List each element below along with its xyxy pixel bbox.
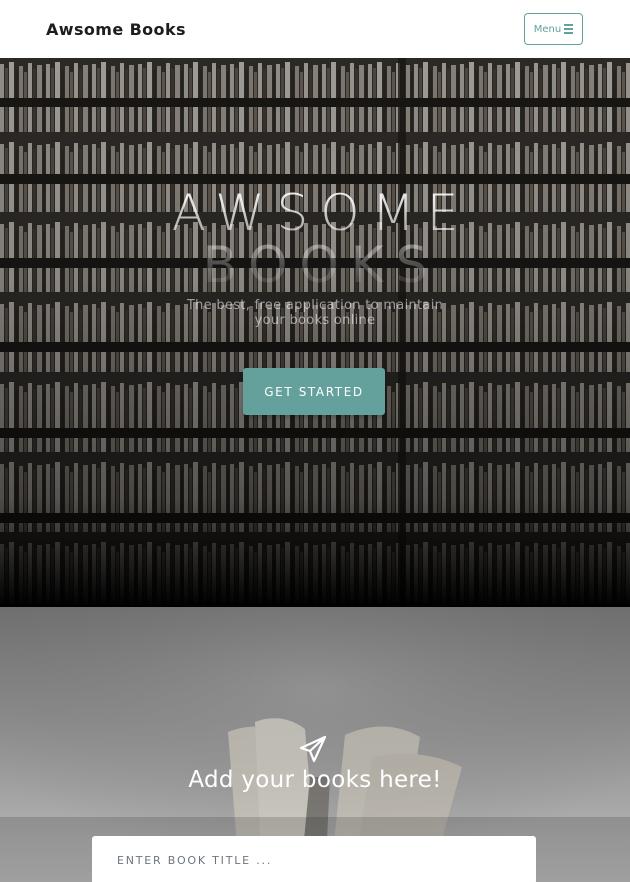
get-started-button[interactable]: GET STARTED: [243, 368, 385, 415]
add-section-title: Add your books here!: [188, 767, 442, 793]
add-book-section: Add your books here!: [0, 607, 630, 882]
menu-button-label: Menu: [533, 23, 562, 35]
book-title-input[interactable]: [92, 836, 536, 882]
hero-content: AWSOME BOOKS The best, free application …: [0, 58, 630, 607]
hero-subtitle: The best, free application to maintain y…: [186, 298, 444, 328]
hero-title-line-2: BOOKS: [0, 238, 630, 292]
brand-logo[interactable]: Awsome Books: [46, 20, 186, 39]
navbar: Awsome Books Menu: [0, 0, 630, 58]
bars-icon: [564, 24, 574, 34]
paper-plane-icon: [299, 735, 327, 763]
hero-title-line-1: AWSOME: [0, 186, 630, 240]
hero-section: AWSOME BOOKS The best, free application …: [0, 58, 630, 607]
menu-button[interactable]: Menu: [524, 13, 583, 45]
